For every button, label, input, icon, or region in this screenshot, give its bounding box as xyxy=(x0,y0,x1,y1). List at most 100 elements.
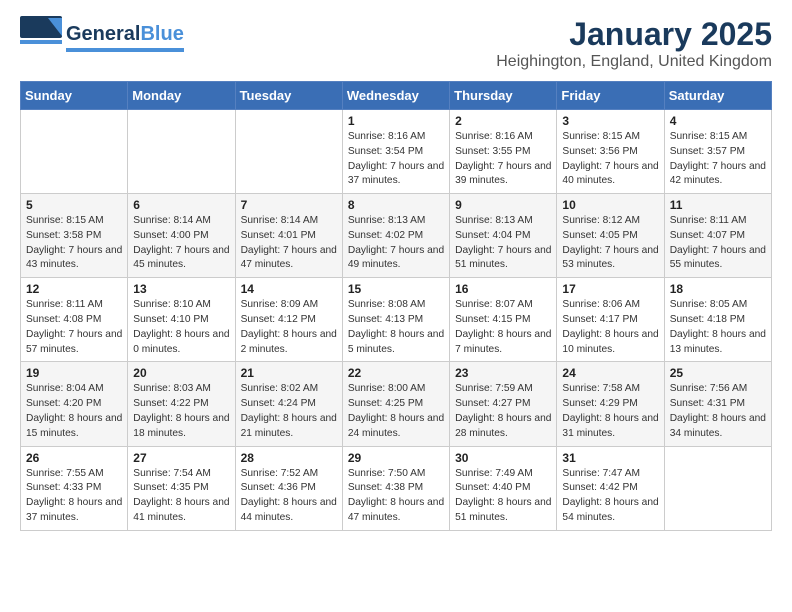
day-info: Sunrise: 7:55 AM Sunset: 4:33 PM Dayligh… xyxy=(26,467,122,526)
calendar-cell: 22 Sunrise: 8:00 AM Sunset: 4:25 PM Dayli… xyxy=(342,362,449,446)
day-info: Sunrise: 8:13 AM Sunset: 4:04 PM Dayligh… xyxy=(455,214,551,273)
calendar-cell: 28Sunrise: 7:52 AM Sunset: 4:36 PM Dayli… xyxy=(235,446,342,530)
calendar-cell xyxy=(235,110,342,194)
calendar-cell: 23 Sunrise: 7:59 AM Sunset: 4:27 PM Dayli… xyxy=(450,362,557,446)
logo-divider xyxy=(66,48,184,52)
day-number: 26 xyxy=(26,451,122,465)
day-info: Sunrise: 8:06 AM Sunset: 4:17 PM Dayligh… xyxy=(562,298,658,357)
calendar-table: SundayMondayTuesdayWednesdayThursdayFrid… xyxy=(20,81,772,531)
calendar-cell: 30 Sunrise: 7:49 AM Sunset: 4:40 PM Dayli… xyxy=(450,446,557,530)
day-number: 25 xyxy=(670,366,766,380)
header-monday: Monday xyxy=(128,82,235,110)
day-info: Sunrise: 7:58 AM Sunset: 4:29 PM Dayligh… xyxy=(562,382,658,441)
calendar-cell: 14 Sunrise: 8:09 AM Sunset: 4:12 PM Dayli… xyxy=(235,278,342,362)
calendar-cell: 9 Sunrise: 8:13 AM Sunset: 4:04 PM Daylig… xyxy=(450,194,557,278)
day-number: 2 xyxy=(455,114,551,128)
logo-blue: Blue xyxy=(140,23,183,46)
day-number: 22 xyxy=(348,366,444,380)
day-info: Sunrise: 8:00 AM Sunset: 4:25 PM Dayligh… xyxy=(348,382,444,441)
day-number: 27 xyxy=(133,451,229,465)
calendar-cell: 25 Sunrise: 7:56 AM Sunset: 4:31 PM Dayli… xyxy=(664,362,771,446)
calendar-cell: 21Sunrise: 8:02 AM Sunset: 4:24 PM Dayli… xyxy=(235,362,342,446)
day-number: 21 xyxy=(241,366,337,380)
calendar-cell: 6 Sunrise: 8:14 AM Sunset: 4:00 PM Daylig… xyxy=(128,194,235,278)
day-info: Sunrise: 8:16 AM Sunset: 3:54 PM Dayligh… xyxy=(348,130,444,189)
day-info: Sunrise: 8:15 AM Sunset: 3:58 PM Dayligh… xyxy=(26,214,122,273)
header-saturday: Saturday xyxy=(664,82,771,110)
day-number: 1 xyxy=(348,114,444,128)
day-info: Sunrise: 7:47 AM Sunset: 4:42 PM Dayligh… xyxy=(562,467,658,526)
day-info: Sunrise: 8:03 AM Sunset: 4:22 PM Dayligh… xyxy=(133,382,229,441)
calendar-title: January 2025 xyxy=(496,16,772,53)
calendar-cell: 27 Sunrise: 7:54 AM Sunset: 4:35 PM Dayli… xyxy=(128,446,235,530)
calendar-cell: 17 Sunrise: 8:06 AM Sunset: 4:17 PM Dayli… xyxy=(557,278,664,362)
day-info: Sunrise: 8:14 AM Sunset: 4:01 PM Dayligh… xyxy=(241,214,337,273)
logo-general: General xyxy=(66,23,140,46)
day-info: Sunrise: 7:49 AM Sunset: 4:40 PM Dayligh… xyxy=(455,467,551,526)
day-number: 23 xyxy=(455,366,551,380)
day-number: 6 xyxy=(133,198,229,212)
day-number: 14 xyxy=(241,282,337,296)
day-info: Sunrise: 7:54 AM Sunset: 4:35 PM Dayligh… xyxy=(133,467,229,526)
calendar-cell: 4 Sunrise: 8:15 AM Sunset: 3:57 PM Daylig… xyxy=(664,110,771,194)
header-friday: Friday xyxy=(557,82,664,110)
day-info: Sunrise: 8:04 AM Sunset: 4:20 PM Dayligh… xyxy=(26,382,122,441)
header-thursday: Thursday xyxy=(450,82,557,110)
day-info: Sunrise: 8:14 AM Sunset: 4:00 PM Dayligh… xyxy=(133,214,229,273)
day-info: Sunrise: 7:50 AM Sunset: 4:38 PM Dayligh… xyxy=(348,467,444,526)
day-number: 24 xyxy=(562,366,658,380)
calendar-cell: 5 Sunrise: 8:15 AM Sunset: 3:58 PM Daylig… xyxy=(21,194,128,278)
calendar-cell: 2Sunrise: 8:16 AM Sunset: 3:55 PM Daylig… xyxy=(450,110,557,194)
day-number: 30 xyxy=(455,451,551,465)
day-info: Sunrise: 8:12 AM Sunset: 4:05 PM Dayligh… xyxy=(562,214,658,273)
day-info: Sunrise: 8:09 AM Sunset: 4:12 PM Dayligh… xyxy=(241,298,337,357)
day-info: Sunrise: 7:52 AM Sunset: 4:36 PM Dayligh… xyxy=(241,467,337,526)
day-number: 29 xyxy=(348,451,444,465)
calendar-header-row: SundayMondayTuesdayWednesdayThursdayFrid… xyxy=(21,82,772,110)
day-number: 20 xyxy=(133,366,229,380)
calendar-cell xyxy=(128,110,235,194)
calendar-cell: 8Sunrise: 8:13 AM Sunset: 4:02 PM Daylig… xyxy=(342,194,449,278)
day-info: Sunrise: 7:56 AM Sunset: 4:31 PM Dayligh… xyxy=(670,382,766,441)
calendar-cell: 29 Sunrise: 7:50 AM Sunset: 4:38 PM Dayli… xyxy=(342,446,449,530)
day-number: 31 xyxy=(562,451,658,465)
calendar-subtitle: Heighington, England, United Kingdom xyxy=(496,53,772,71)
week-row-5: 26 Sunrise: 7:55 AM Sunset: 4:33 PM Dayli… xyxy=(21,446,772,530)
day-number: 4 xyxy=(670,114,766,128)
day-number: 13 xyxy=(133,282,229,296)
day-number: 5 xyxy=(26,198,122,212)
calendar-cell: 11 Sunrise: 8:11 AM Sunset: 4:07 PM Dayli… xyxy=(664,194,771,278)
day-info: Sunrise: 8:15 AM Sunset: 3:57 PM Dayligh… xyxy=(670,130,766,189)
day-number: 11 xyxy=(670,198,766,212)
week-row-4: 19Sunrise: 8:04 AM Sunset: 4:20 PM Dayli… xyxy=(21,362,772,446)
calendar-cell: 1 Sunrise: 8:16 AM Sunset: 3:54 PM Daylig… xyxy=(342,110,449,194)
day-info: Sunrise: 8:05 AM Sunset: 4:18 PM Dayligh… xyxy=(670,298,766,357)
day-info: Sunrise: 8:15 AM Sunset: 3:56 PM Dayligh… xyxy=(562,130,658,189)
calendar-cell: 7Sunrise: 8:14 AM Sunset: 4:01 PM Daylig… xyxy=(235,194,342,278)
calendar-cell: 31 Sunrise: 7:47 AM Sunset: 4:42 PM Dayli… xyxy=(557,446,664,530)
day-number: 17 xyxy=(562,282,658,296)
calendar-cell: 26 Sunrise: 7:55 AM Sunset: 4:33 PM Dayli… xyxy=(21,446,128,530)
calendar-cell: 19Sunrise: 8:04 AM Sunset: 4:20 PM Dayli… xyxy=(21,362,128,446)
calendar-cell: 18 Sunrise: 8:05 AM Sunset: 4:18 PM Dayli… xyxy=(664,278,771,362)
day-number: 8 xyxy=(348,198,444,212)
calendar-cell: 13 Sunrise: 8:10 AM Sunset: 4:10 PM Dayli… xyxy=(128,278,235,362)
calendar-cell: 20 Sunrise: 8:03 AM Sunset: 4:22 PM Dayli… xyxy=(128,362,235,446)
day-info: Sunrise: 8:11 AM Sunset: 4:07 PM Dayligh… xyxy=(670,214,766,273)
calendar-cell: 24 Sunrise: 7:58 AM Sunset: 4:29 PM Dayli… xyxy=(557,362,664,446)
calendar-cell: 12Sunrise: 8:11 AM Sunset: 4:08 PM Dayli… xyxy=(21,278,128,362)
day-number: 18 xyxy=(670,282,766,296)
calendar-cell xyxy=(664,446,771,530)
day-info: Sunrise: 8:10 AM Sunset: 4:10 PM Dayligh… xyxy=(133,298,229,357)
logo: GeneralBlue xyxy=(20,16,184,58)
calendar-cell xyxy=(21,110,128,194)
calendar-cell: 16 Sunrise: 8:07 AM Sunset: 4:15 PM Dayli… xyxy=(450,278,557,362)
day-info: Sunrise: 7:59 AM Sunset: 4:27 PM Dayligh… xyxy=(455,382,551,441)
day-number: 9 xyxy=(455,198,551,212)
day-info: Sunrise: 8:07 AM Sunset: 4:15 PM Dayligh… xyxy=(455,298,551,357)
day-info: Sunrise: 8:08 AM Sunset: 4:13 PM Dayligh… xyxy=(348,298,444,357)
day-number: 12 xyxy=(26,282,122,296)
calendar-cell: 15Sunrise: 8:08 AM Sunset: 4:13 PM Dayli… xyxy=(342,278,449,362)
day-number: 16 xyxy=(455,282,551,296)
day-number: 3 xyxy=(562,114,658,128)
